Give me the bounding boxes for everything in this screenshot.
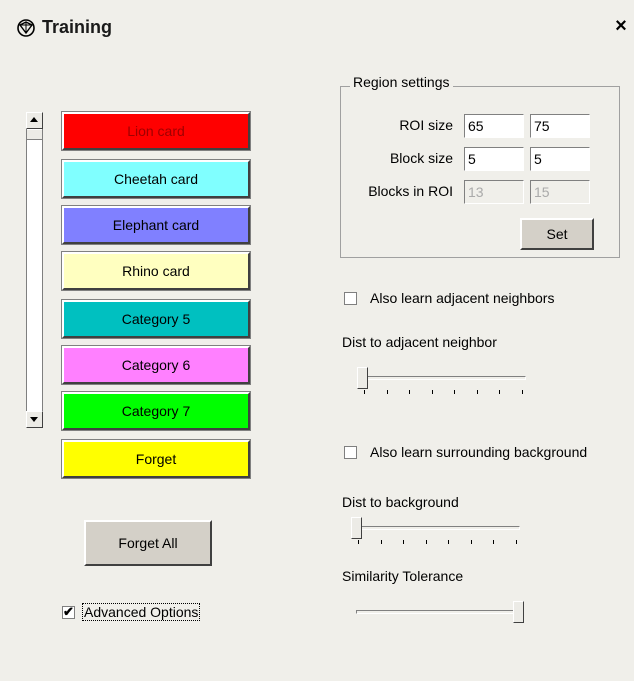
slider-tick bbox=[471, 540, 472, 544]
slider-tick bbox=[499, 390, 500, 394]
slider-tick bbox=[409, 390, 410, 394]
forget-button[interactable]: Forget bbox=[61, 439, 251, 479]
checkmark-icon: ✔ bbox=[63, 604, 74, 619]
slider-tick bbox=[432, 390, 433, 394]
title-bar: Training × bbox=[0, 0, 634, 56]
adjacent-neighbors-label[interactable]: Also learn adjacent neighbors bbox=[370, 290, 554, 306]
category-button-rhino[interactable]: Rhino card bbox=[61, 251, 251, 291]
slider-track[interactable] bbox=[356, 610, 520, 614]
slider-thumb[interactable] bbox=[513, 601, 524, 623]
slider-tick bbox=[454, 390, 455, 394]
slider-tick bbox=[381, 540, 382, 544]
roi-size-x-input[interactable] bbox=[464, 114, 524, 138]
slider-thumb[interactable] bbox=[351, 517, 362, 539]
category-scrollbar[interactable] bbox=[26, 112, 43, 428]
slider-tick bbox=[493, 540, 494, 544]
category-button-5[interactable]: Category 5 bbox=[61, 299, 251, 339]
scroll-up-button[interactable] bbox=[26, 112, 43, 129]
set-button[interactable]: Set bbox=[520, 218, 594, 250]
similarity-tolerance-label: Similarity Tolerance bbox=[342, 568, 464, 584]
block-size-y-input[interactable] bbox=[530, 147, 590, 171]
blocks-in-roi-x-field bbox=[464, 180, 524, 204]
background-distance-label: Dist to background bbox=[342, 494, 459, 510]
slider-tick bbox=[358, 540, 359, 544]
advanced-options-checkbox[interactable]: ✔ bbox=[62, 604, 75, 619]
forget-all-button[interactable]: Forget All bbox=[84, 520, 212, 566]
scrollbar-thumb[interactable] bbox=[27, 130, 42, 140]
scroll-down-button[interactable] bbox=[26, 411, 43, 428]
category-button-6[interactable]: Category 6 bbox=[61, 345, 251, 385]
slider-tick bbox=[448, 540, 449, 544]
arrow-up-icon bbox=[30, 117, 38, 122]
adjacent-neighbors-checkbox[interactable] bbox=[344, 292, 357, 305]
category-button-lion[interactable]: Lion card bbox=[61, 111, 251, 151]
slider-tick bbox=[516, 540, 517, 544]
background-checkbox[interactable] bbox=[344, 446, 357, 459]
slider-tick bbox=[387, 390, 388, 394]
slider-tick bbox=[522, 390, 523, 394]
app-icon bbox=[17, 19, 35, 37]
block-size-x-input[interactable] bbox=[464, 147, 524, 171]
arrow-down-icon bbox=[30, 417, 38, 422]
slider-tick bbox=[477, 390, 478, 394]
roi-size-y-input[interactable] bbox=[530, 114, 590, 138]
category-button-elephant[interactable]: Elephant card bbox=[61, 205, 251, 245]
category-button-7[interactable]: Category 7 bbox=[61, 391, 251, 431]
adjacent-distance-label: Dist to adjacent neighbor bbox=[342, 334, 497, 350]
slider-track[interactable] bbox=[362, 376, 526, 380]
slider-tick bbox=[403, 540, 404, 544]
region-settings-title: Region settings bbox=[350, 74, 453, 90]
slider-track[interactable] bbox=[356, 526, 520, 530]
close-icon[interactable]: × bbox=[612, 16, 630, 36]
category-button-cheetah[interactable]: Cheetah card bbox=[61, 159, 251, 199]
slider-tick bbox=[364, 390, 365, 394]
blocks-in-roi-y-field bbox=[530, 180, 590, 204]
window-title: Training bbox=[42, 17, 113, 37]
background-label[interactable]: Also learn surrounding background bbox=[370, 444, 587, 460]
roi-size-label: ROI size bbox=[399, 117, 453, 133]
block-size-label: Block size bbox=[389, 150, 453, 166]
slider-tick bbox=[426, 540, 427, 544]
slider-thumb[interactable] bbox=[357, 367, 368, 389]
advanced-options-label[interactable]: Advanced Options bbox=[82, 603, 201, 621]
blocks-in-roi-label: Blocks in ROI bbox=[368, 183, 453, 199]
